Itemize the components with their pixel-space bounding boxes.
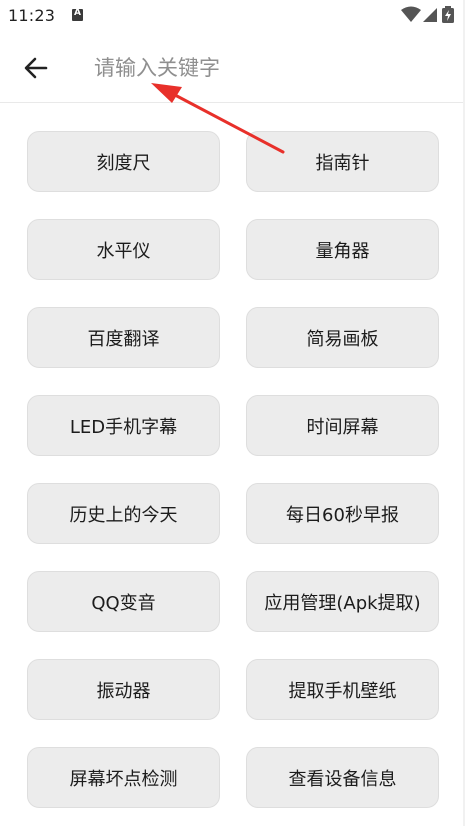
tool-button-vibrator[interactable]: 振动器	[27, 659, 220, 720]
notification-a-icon	[72, 8, 83, 21]
tool-grid: 刻度尺 指南针 水平仪 量角器 百度翻译 简易画板 LED手机字幕 时间屏幕 历…	[27, 131, 439, 808]
header-divider	[0, 102, 463, 103]
status-bar: 11:23	[0, 0, 465, 32]
tool-button-ruler[interactable]: 刻度尺	[27, 131, 220, 192]
tool-button-protractor[interactable]: 量角器	[246, 219, 439, 280]
tool-button-dead-pixel[interactable]: 屏幕坏点检测	[27, 747, 220, 808]
tool-button-time-screen[interactable]: 时间屏幕	[246, 395, 439, 456]
tool-button-qq-voice[interactable]: QQ变音	[27, 571, 220, 632]
arrow-left-icon	[24, 57, 48, 79]
back-button[interactable]	[18, 50, 54, 86]
tool-button-device-info[interactable]: 查看设备信息	[246, 747, 439, 808]
tool-button-wallpaper[interactable]: 提取手机壁纸	[246, 659, 439, 720]
tool-button-level[interactable]: 水平仪	[27, 219, 220, 280]
tool-button-baidu-translate[interactable]: 百度翻译	[27, 307, 220, 368]
tool-button-compass[interactable]: 指南针	[246, 131, 439, 192]
tool-button-led-subtitle[interactable]: LED手机字幕	[27, 395, 220, 456]
tool-button-history-today[interactable]: 历史上的今天	[27, 483, 220, 544]
tool-button-app-manager[interactable]: 应用管理(Apk提取)	[246, 571, 439, 632]
search-input[interactable]	[94, 50, 434, 86]
status-icons	[401, 5, 459, 25]
app-bar	[0, 32, 465, 102]
tool-button-drawing-board[interactable]: 简易画板	[246, 307, 439, 368]
status-time: 11:23	[8, 6, 56, 25]
wifi-icon	[401, 6, 421, 22]
tool-button-daily-news[interactable]: 每日60秒早报	[246, 483, 439, 544]
battery-icon	[442, 6, 454, 23]
signal-icon	[423, 8, 437, 22]
